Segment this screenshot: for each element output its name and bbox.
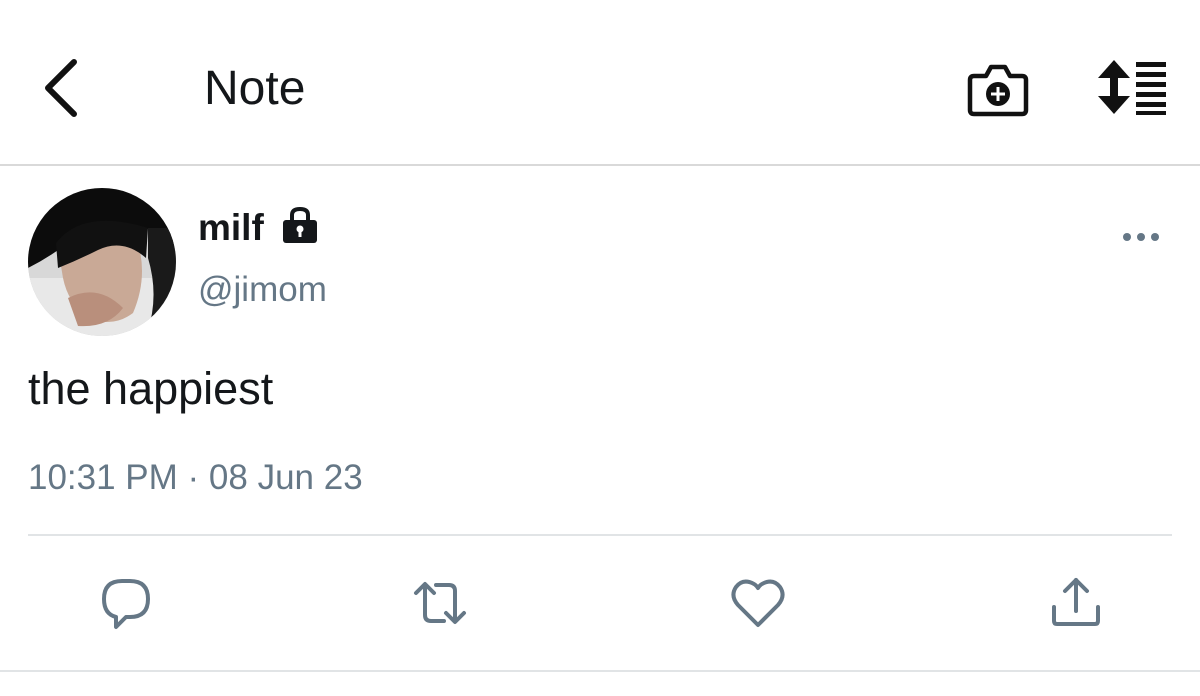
camera-add-icon: [967, 64, 1029, 117]
retweet-icon: [414, 582, 466, 624]
share-upload-icon: [1052, 578, 1100, 626]
more-horizontal-icon: [1123, 233, 1159, 241]
profile-photo: [28, 188, 176, 336]
like-button[interactable]: [728, 573, 788, 633]
tweet-text: the happiest: [28, 363, 274, 414]
more-options-button[interactable]: [1118, 222, 1164, 252]
sort-list-icon: [1098, 60, 1166, 115]
avatar[interactable]: [28, 188, 176, 336]
author-display-name[interactable]: milf: [198, 206, 264, 250]
author-handle[interactable]: @jimom: [198, 268, 327, 312]
back-button[interactable]: [30, 52, 94, 124]
share-button[interactable]: [1046, 573, 1106, 633]
divider: [28, 534, 1172, 536]
page-title: Note: [204, 62, 306, 115]
add-photo-button[interactable]: [966, 60, 1030, 118]
top-navigation-bar: Note: [0, 0, 1200, 166]
sort-button[interactable]: [1096, 58, 1170, 116]
reply-button[interactable]: [96, 573, 156, 633]
chevron-left-icon: [45, 59, 77, 117]
reply-bubble-icon: [102, 579, 150, 629]
retweet-button[interactable]: [410, 573, 470, 633]
heart-icon: [731, 579, 785, 627]
lock-icon: [280, 205, 320, 245]
tweet-timestamp: 10:31 PM · 08 Jun 23: [28, 458, 363, 497]
bottom-divider: [0, 670, 1200, 672]
